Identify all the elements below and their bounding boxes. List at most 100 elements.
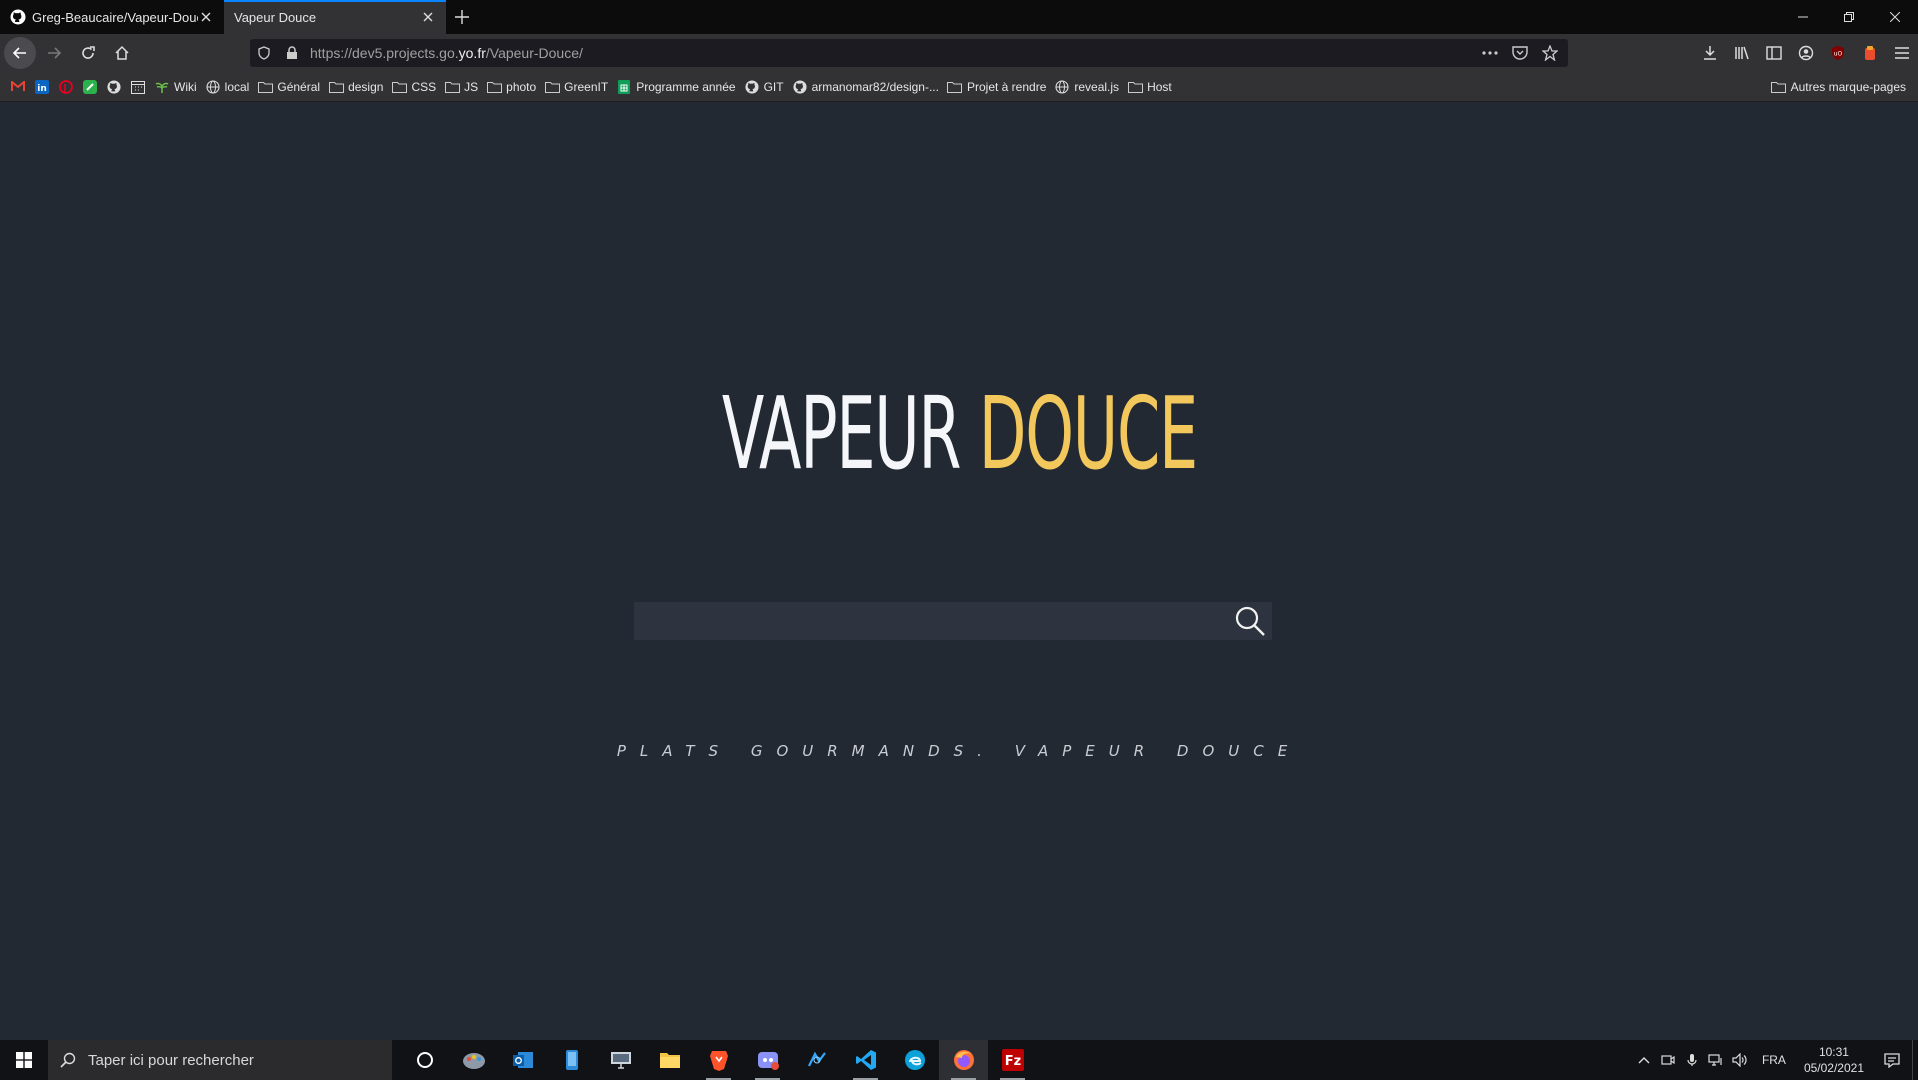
tray-chevron-icon[interactable] bbox=[1632, 1040, 1656, 1080]
forward-button[interactable] bbox=[38, 37, 70, 69]
library-icon[interactable] bbox=[1726, 37, 1758, 69]
globe-icon bbox=[205, 79, 221, 95]
window-controls bbox=[1780, 0, 1918, 34]
bookmark-item[interactable]: armanomar82/design-... bbox=[788, 75, 943, 99]
paint-icon bbox=[462, 1049, 486, 1071]
show-desktop-button[interactable] bbox=[1912, 1040, 1918, 1080]
discord-icon bbox=[757, 1050, 779, 1070]
taskbar-app-edge[interactable] bbox=[890, 1040, 939, 1080]
bookmark-label: CSS bbox=[411, 79, 437, 94]
close-tab-icon[interactable] bbox=[420, 9, 436, 25]
tab-title: Greg-Beaucaire/Vapeur-Douce bbox=[32, 9, 198, 25]
folder-icon bbox=[328, 79, 344, 95]
bookmark-item[interactable]: GreenIT bbox=[540, 75, 612, 99]
bookmark-item[interactable]: Wiki bbox=[150, 75, 201, 99]
close-window-icon[interactable] bbox=[1872, 0, 1918, 34]
extension-icon[interactable] bbox=[1854, 37, 1886, 69]
github-icon bbox=[10, 9, 26, 25]
ublock-icon[interactable]: uO bbox=[1822, 37, 1854, 69]
site-logo: VAPEUR DOUCE bbox=[365, 384, 1554, 484]
folder-icon bbox=[391, 79, 407, 95]
tab-github[interactable]: Greg-Beaucaire/Vapeur-Douce bbox=[0, 0, 224, 34]
url-text[interactable]: https://dev5.projects.go.yo.fr/Vapeur-Do… bbox=[310, 45, 1476, 61]
downloads-icon[interactable] bbox=[1694, 37, 1726, 69]
bookmark-item[interactable]: JS bbox=[440, 75, 482, 99]
back-button[interactable] bbox=[4, 37, 36, 69]
taskbar-app-filezilla[interactable]: Fz bbox=[988, 1040, 1037, 1080]
url-bar[interactable]: https://dev5.projects.go.yo.fr/Vapeur-Do… bbox=[250, 39, 1568, 67]
other-bookmarks-label: Autres marque-pages bbox=[1790, 80, 1906, 94]
url-path: /Vapeur-Douce/ bbox=[485, 45, 583, 61]
meet-now-icon[interactable] bbox=[1656, 1040, 1680, 1080]
notifications-icon[interactable] bbox=[1872, 1052, 1912, 1068]
bookmark-item[interactable]: CSS bbox=[387, 75, 440, 99]
bookmark-item[interactable]: design bbox=[324, 75, 387, 99]
taskbar: Taper ici pour rechercher Fz FRA 10:31 0… bbox=[0, 1040, 1918, 1080]
sidebar-icon[interactable] bbox=[1758, 37, 1790, 69]
taskbar-app-firefox[interactable] bbox=[939, 1040, 988, 1080]
account-icon[interactable] bbox=[1790, 37, 1822, 69]
volume-icon[interactable] bbox=[1728, 1040, 1752, 1080]
bookmark-label: Général bbox=[277, 79, 321, 94]
linkedin-icon: in bbox=[34, 79, 50, 95]
outlook-icon bbox=[512, 1050, 534, 1070]
bookmark-item[interactable]: Général bbox=[253, 75, 324, 99]
close-tab-icon[interactable] bbox=[198, 9, 214, 25]
other-bookmarks[interactable]: Autres marque-pages bbox=[1767, 75, 1910, 99]
taskbar-app-photoshop[interactable] bbox=[792, 1040, 841, 1080]
restore-icon[interactable] bbox=[1826, 0, 1872, 34]
menu-icon[interactable] bbox=[1886, 37, 1918, 69]
search-button[interactable] bbox=[1228, 602, 1272, 640]
tab-vapeur-douce[interactable]: Vapeur Douce bbox=[224, 0, 446, 34]
search-input[interactable] bbox=[634, 602, 1228, 640]
folder-icon bbox=[947, 79, 963, 95]
navigation-toolbar: https://dev5.projects.go.yo.fr/Vapeur-Do… bbox=[0, 34, 1918, 72]
reload-button[interactable] bbox=[72, 37, 104, 69]
taskbar-search[interactable]: Taper ici pour rechercher bbox=[48, 1040, 392, 1080]
tab-strip: Greg-Beaucaire/Vapeur-Douce Vapeur Douce bbox=[0, 0, 1918, 34]
taskbar-app-discord[interactable] bbox=[743, 1040, 792, 1080]
taskbar-app-brave[interactable] bbox=[694, 1040, 743, 1080]
pocket-icon[interactable] bbox=[1506, 39, 1534, 67]
url-host: yo.fr bbox=[458, 45, 486, 61]
edge-icon bbox=[904, 1049, 926, 1071]
taskbar-app-file-explorer[interactable] bbox=[645, 1040, 694, 1080]
start-button[interactable] bbox=[0, 1040, 48, 1080]
bookmark-star-icon[interactable] bbox=[1536, 39, 1564, 67]
bookmark-item[interactable]: reveal.js bbox=[1050, 75, 1123, 99]
taskbar-app-outlook[interactable] bbox=[498, 1040, 547, 1080]
bookmark-item[interactable]: photo bbox=[482, 75, 540, 99]
clock[interactable]: 10:31 05/02/2021 bbox=[1796, 1044, 1872, 1076]
shield-icon[interactable] bbox=[250, 39, 278, 67]
github-icon bbox=[792, 79, 808, 95]
taskbar-app-vscode[interactable] bbox=[841, 1040, 890, 1080]
bookmark-item[interactable]: Projet à rendre bbox=[943, 75, 1050, 99]
taskbar-app-phone[interactable] bbox=[547, 1040, 596, 1080]
bookmark-item[interactable]: in bbox=[30, 75, 54, 99]
bookmark-item[interactable] bbox=[6, 75, 30, 99]
bookmark-item[interactable]: local bbox=[201, 75, 254, 99]
input-language[interactable]: FRA bbox=[1752, 1053, 1796, 1067]
microphone-icon[interactable] bbox=[1680, 1040, 1704, 1080]
taskbar-app-cortana[interactable] bbox=[400, 1040, 449, 1080]
lock-icon[interactable] bbox=[278, 39, 306, 67]
bookmark-item[interactable]: Host bbox=[1123, 75, 1176, 99]
globe-icon bbox=[1054, 79, 1070, 95]
filezilla-icon: Fz bbox=[1001, 1049, 1024, 1071]
bookmark-item[interactable] bbox=[102, 75, 126, 99]
bookmark-label: GreenIT bbox=[564, 79, 609, 94]
bookmark-item[interactable] bbox=[54, 75, 78, 99]
bookmark-item[interactable]: Programme année bbox=[612, 75, 739, 99]
minimize-icon[interactable] bbox=[1780, 0, 1826, 34]
bookmark-item[interactable] bbox=[78, 75, 102, 99]
taskbar-app-remote-desktop[interactable] bbox=[596, 1040, 645, 1080]
bookmark-item[interactable]: GIT bbox=[740, 75, 788, 99]
svg-text:in: in bbox=[37, 84, 47, 94]
feedly-icon bbox=[82, 79, 98, 95]
taskbar-app-paint[interactable] bbox=[449, 1040, 498, 1080]
home-button[interactable] bbox=[106, 37, 138, 69]
more-actions-icon[interactable] bbox=[1476, 39, 1504, 67]
bookmark-item[interactable] bbox=[126, 75, 150, 99]
network-icon[interactable] bbox=[1704, 1040, 1728, 1080]
new-tab-button[interactable] bbox=[446, 0, 478, 34]
